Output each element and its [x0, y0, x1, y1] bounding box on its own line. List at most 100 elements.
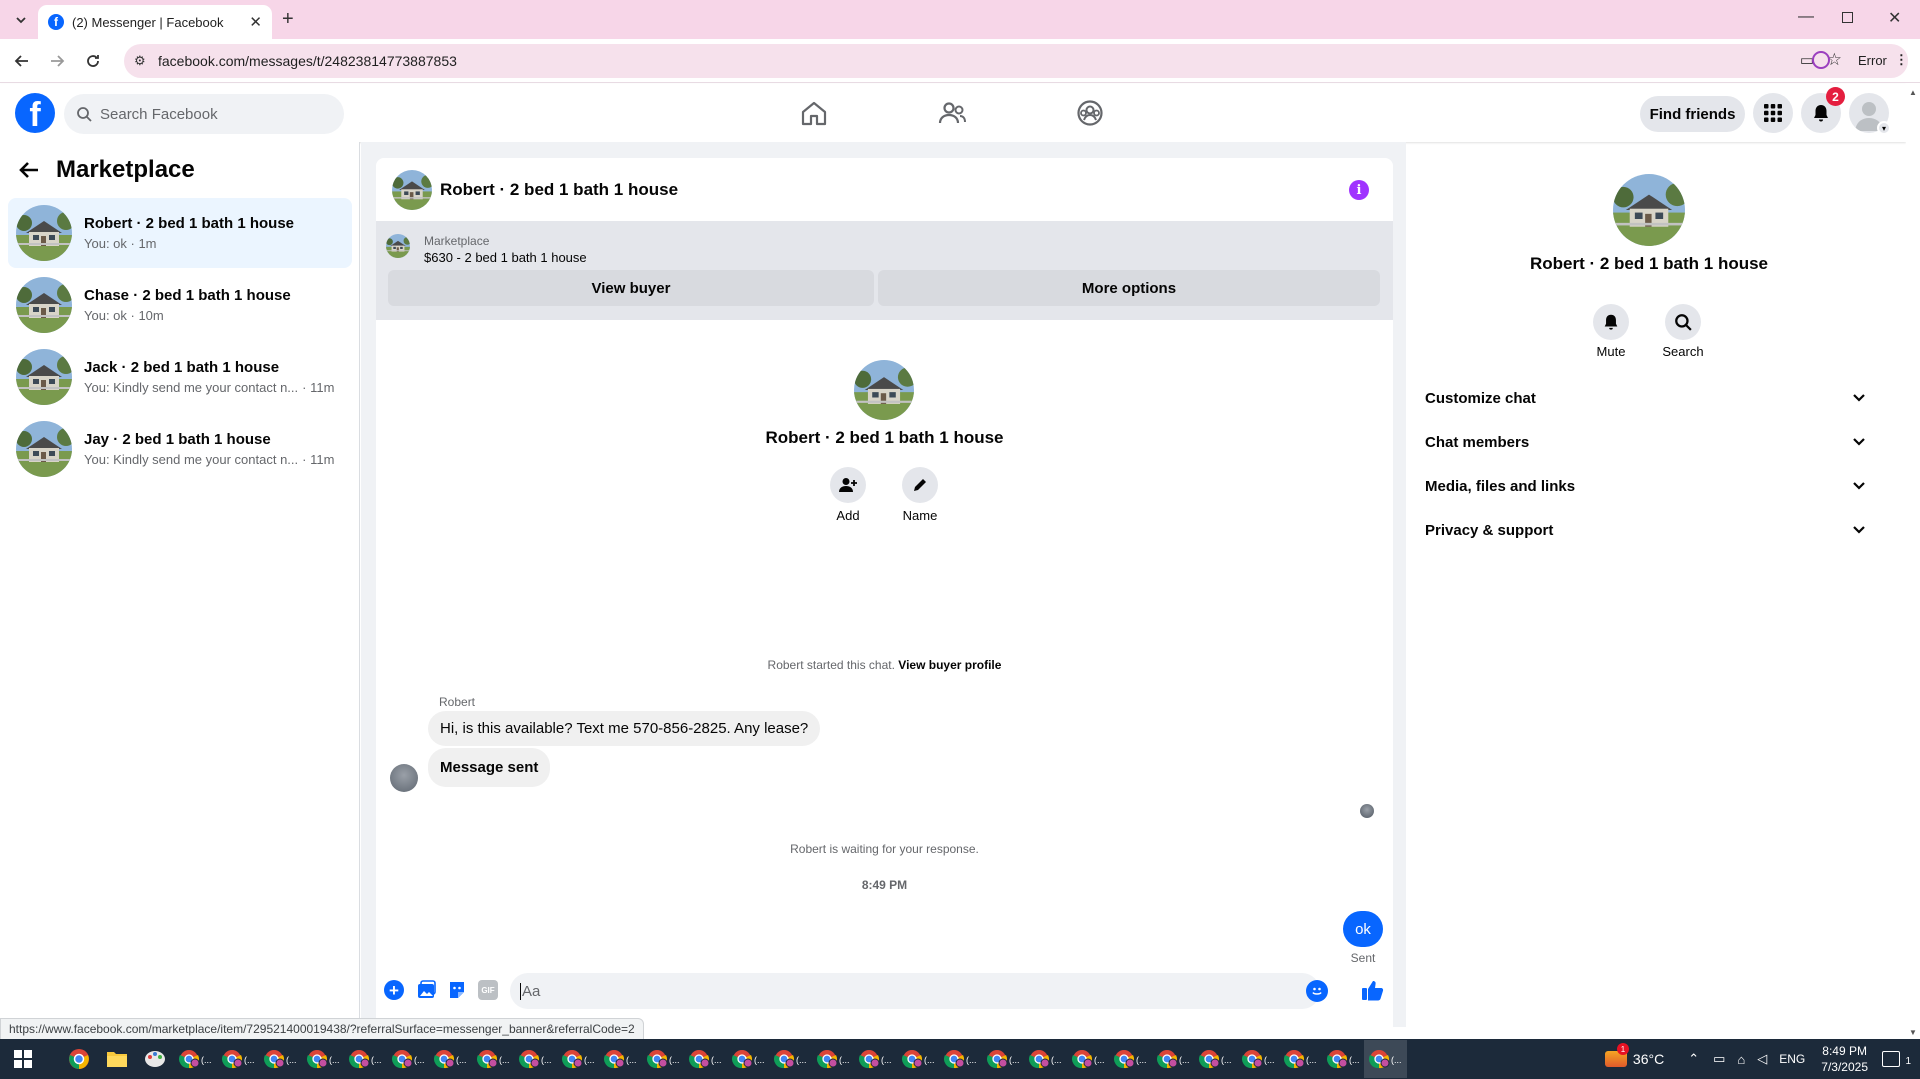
- emoji-icon[interactable]: [1306, 980, 1328, 1002]
- sender-avatar[interactable]: [390, 764, 418, 792]
- chrome-window-icon[interactable]: (...: [769, 1040, 812, 1078]
- restore-icon[interactable]: [1842, 12, 1853, 23]
- chrome-window-icon[interactable]: (...: [897, 1040, 940, 1078]
- chrome-window-icon[interactable]: (...: [982, 1040, 1025, 1078]
- chrome-window-icon[interactable]: (...: [1109, 1040, 1152, 1078]
- scroll-down-icon[interactable]: ▼: [1909, 1028, 1917, 1037]
- profile-avatar-large[interactable]: [854, 360, 914, 420]
- minimize-icon[interactable]: —: [1798, 8, 1814, 26]
- photo-icon[interactable]: [416, 980, 436, 1000]
- chrome-window-icon[interactable]: (...: [557, 1040, 600, 1078]
- search-chat-button[interactable]: [1665, 304, 1701, 340]
- details-section-toggle[interactable]: Customize chat: [1425, 380, 1873, 416]
- scroll-up-icon[interactable]: ▲: [1909, 88, 1917, 97]
- facebook-logo-icon[interactable]: f: [15, 93, 55, 133]
- chrome-window-icon[interactable]: (...: [174, 1040, 217, 1078]
- add-people-button[interactable]: [830, 467, 866, 503]
- chrome-window-icon[interactable]: (...: [854, 1040, 897, 1078]
- find-friends-button[interactable]: Find friends: [1640, 96, 1745, 132]
- info-icon[interactable]: i: [1349, 180, 1369, 200]
- menu-grid-button[interactable]: [1753, 93, 1793, 133]
- close-tab-icon[interactable]: ✕: [249, 13, 262, 31]
- message-input[interactable]: Aa: [510, 973, 1328, 1009]
- more-options-button[interactable]: More options: [878, 270, 1380, 306]
- forward-icon[interactable]: [44, 48, 70, 74]
- details-section-toggle[interactable]: Privacy & support: [1425, 512, 1873, 548]
- chrome-window-icon[interactable]: (...: [302, 1040, 345, 1078]
- weather-temp[interactable]: 36°C: [1633, 1051, 1664, 1067]
- chrome-window-icon[interactable]: (...: [514, 1040, 557, 1078]
- chat-avatar[interactable]: [392, 169, 432, 210]
- new-tab-icon[interactable]: +: [282, 8, 294, 31]
- chrome-window-icon[interactable]: (...: [1364, 1040, 1407, 1078]
- details-avatar[interactable]: [1613, 174, 1685, 246]
- paint-icon[interactable]: [136, 1040, 174, 1078]
- reload-icon[interactable]: [80, 48, 106, 74]
- browser-tab[interactable]: f (2) Messenger | Facebook ✕: [38, 5, 272, 39]
- chrome-window-icon[interactable]: (...: [1322, 1040, 1365, 1078]
- chrome-icon[interactable]: [60, 1040, 98, 1078]
- chrome-window-icon[interactable]: (...: [1024, 1040, 1067, 1078]
- view-buyer-button[interactable]: View buyer: [388, 270, 874, 306]
- view-buyer-profile-link[interactable]: View buyer profile: [898, 658, 1001, 672]
- extension-icon[interactable]: [1812, 51, 1830, 69]
- profile-error-button[interactable]: Error ⋮: [1846, 45, 1908, 75]
- plus-circle-icon[interactable]: +: [384, 980, 404, 1000]
- chrome-window-icon[interactable]: (...: [217, 1040, 260, 1078]
- message-bubble[interactable]: Message sent: [428, 748, 551, 787]
- site-info-icon[interactable]: ⚙: [134, 53, 146, 69]
- chrome-window-icon[interactable]: (...: [684, 1040, 727, 1078]
- back-icon[interactable]: [9, 48, 35, 74]
- chrome-window-icon[interactable]: (...: [1194, 1040, 1237, 1078]
- listing-thumbnail[interactable]: [386, 234, 410, 258]
- chrome-window-icon[interactable]: (...: [1279, 1040, 1322, 1078]
- conversation-item[interactable]: Jay · 2 bed 1 bath 1 house You: Kindly se…: [8, 414, 352, 484]
- gif-icon[interactable]: GIF: [478, 980, 498, 1000]
- address-bar[interactable]: ⚙ facebook.com/messages/t/24823814773887…: [124, 44, 1908, 78]
- message-bubble[interactable]: Hi, is this available? Text me 570-856-2…: [428, 711, 821, 746]
- tray-chevron-icon[interactable]: ⌃: [1688, 1051, 1699, 1067]
- chrome-window-icon[interactable]: (...: [939, 1040, 982, 1078]
- details-section-toggle[interactable]: Media, files and links: [1425, 468, 1873, 504]
- clock[interactable]: 8:49 PM 7/3/2025: [1821, 1043, 1868, 1075]
- menu-dots-icon[interactable]: ⋮: [1895, 52, 1908, 68]
- sticker-icon[interactable]: [447, 980, 467, 1000]
- file-explorer-icon[interactable]: [98, 1040, 136, 1078]
- chrome-window-icon[interactable]: (...: [642, 1040, 685, 1078]
- chrome-window-icon[interactable]: (...: [1237, 1040, 1280, 1078]
- chrome-window-icon[interactable]: (...: [387, 1040, 430, 1078]
- notifications-button[interactable]: 2: [1801, 87, 1845, 133]
- my-message-bubble[interactable]: ok: [1343, 911, 1383, 947]
- chrome-window-icon[interactable]: (...: [1067, 1040, 1110, 1078]
- page-scrollbar[interactable]: ▲ ▼: [1906, 84, 1920, 1039]
- listing-title[interactable]: $630 - 2 bed 1 bath 1 house: [424, 250, 587, 265]
- conversation-item[interactable]: Chase · 2 bed 1 bath 1 house You: ok · 10…: [8, 270, 352, 340]
- friends-icon[interactable]: [938, 100, 966, 126]
- account-chevron-icon[interactable]: ▾: [1877, 121, 1891, 135]
- chrome-window-icon[interactable]: (...: [344, 1040, 387, 1078]
- chrome-window-icon[interactable]: (...: [429, 1040, 472, 1078]
- network-icon[interactable]: ⌂: [1737, 1052, 1745, 1067]
- tab-search-icon[interactable]: [8, 7, 34, 33]
- details-section-toggle[interactable]: Chat members: [1425, 424, 1873, 460]
- volume-icon[interactable]: ◁: [1757, 1051, 1767, 1067]
- groups-icon[interactable]: [1076, 99, 1104, 127]
- chrome-window-icon[interactable]: (...: [727, 1040, 770, 1078]
- chrome-window-icon[interactable]: (...: [472, 1040, 515, 1078]
- chat-title[interactable]: Robert · 2 bed 1 bath 1 house: [440, 180, 678, 200]
- windows-start-icon[interactable]: [4, 1040, 42, 1078]
- language-indicator[interactable]: ENG: [1779, 1052, 1805, 1066]
- conversation-item[interactable]: Jack · 2 bed 1 bath 1 house You: Kindly s…: [8, 342, 352, 412]
- mute-button[interactable]: [1593, 304, 1629, 340]
- back-arrow-icon[interactable]: [18, 160, 40, 180]
- thumbs-up-icon[interactable]: [1360, 978, 1384, 1002]
- chrome-window-icon[interactable]: (...: [1152, 1040, 1195, 1078]
- edit-name-button[interactable]: [902, 467, 938, 503]
- monitor-icon[interactable]: ▭: [1713, 1051, 1725, 1067]
- facebook-search-input[interactable]: Search Facebook: [64, 94, 344, 134]
- conversation-item[interactable]: Robert · 2 bed 1 bath 1 house You: ok · 1…: [8, 198, 352, 268]
- chrome-window-icon[interactable]: (...: [599, 1040, 642, 1078]
- chrome-window-icon[interactable]: (...: [259, 1040, 302, 1078]
- close-window-icon[interactable]: ✕: [1888, 8, 1901, 28]
- weather-icon[interactable]: 1: [1604, 1043, 1629, 1067]
